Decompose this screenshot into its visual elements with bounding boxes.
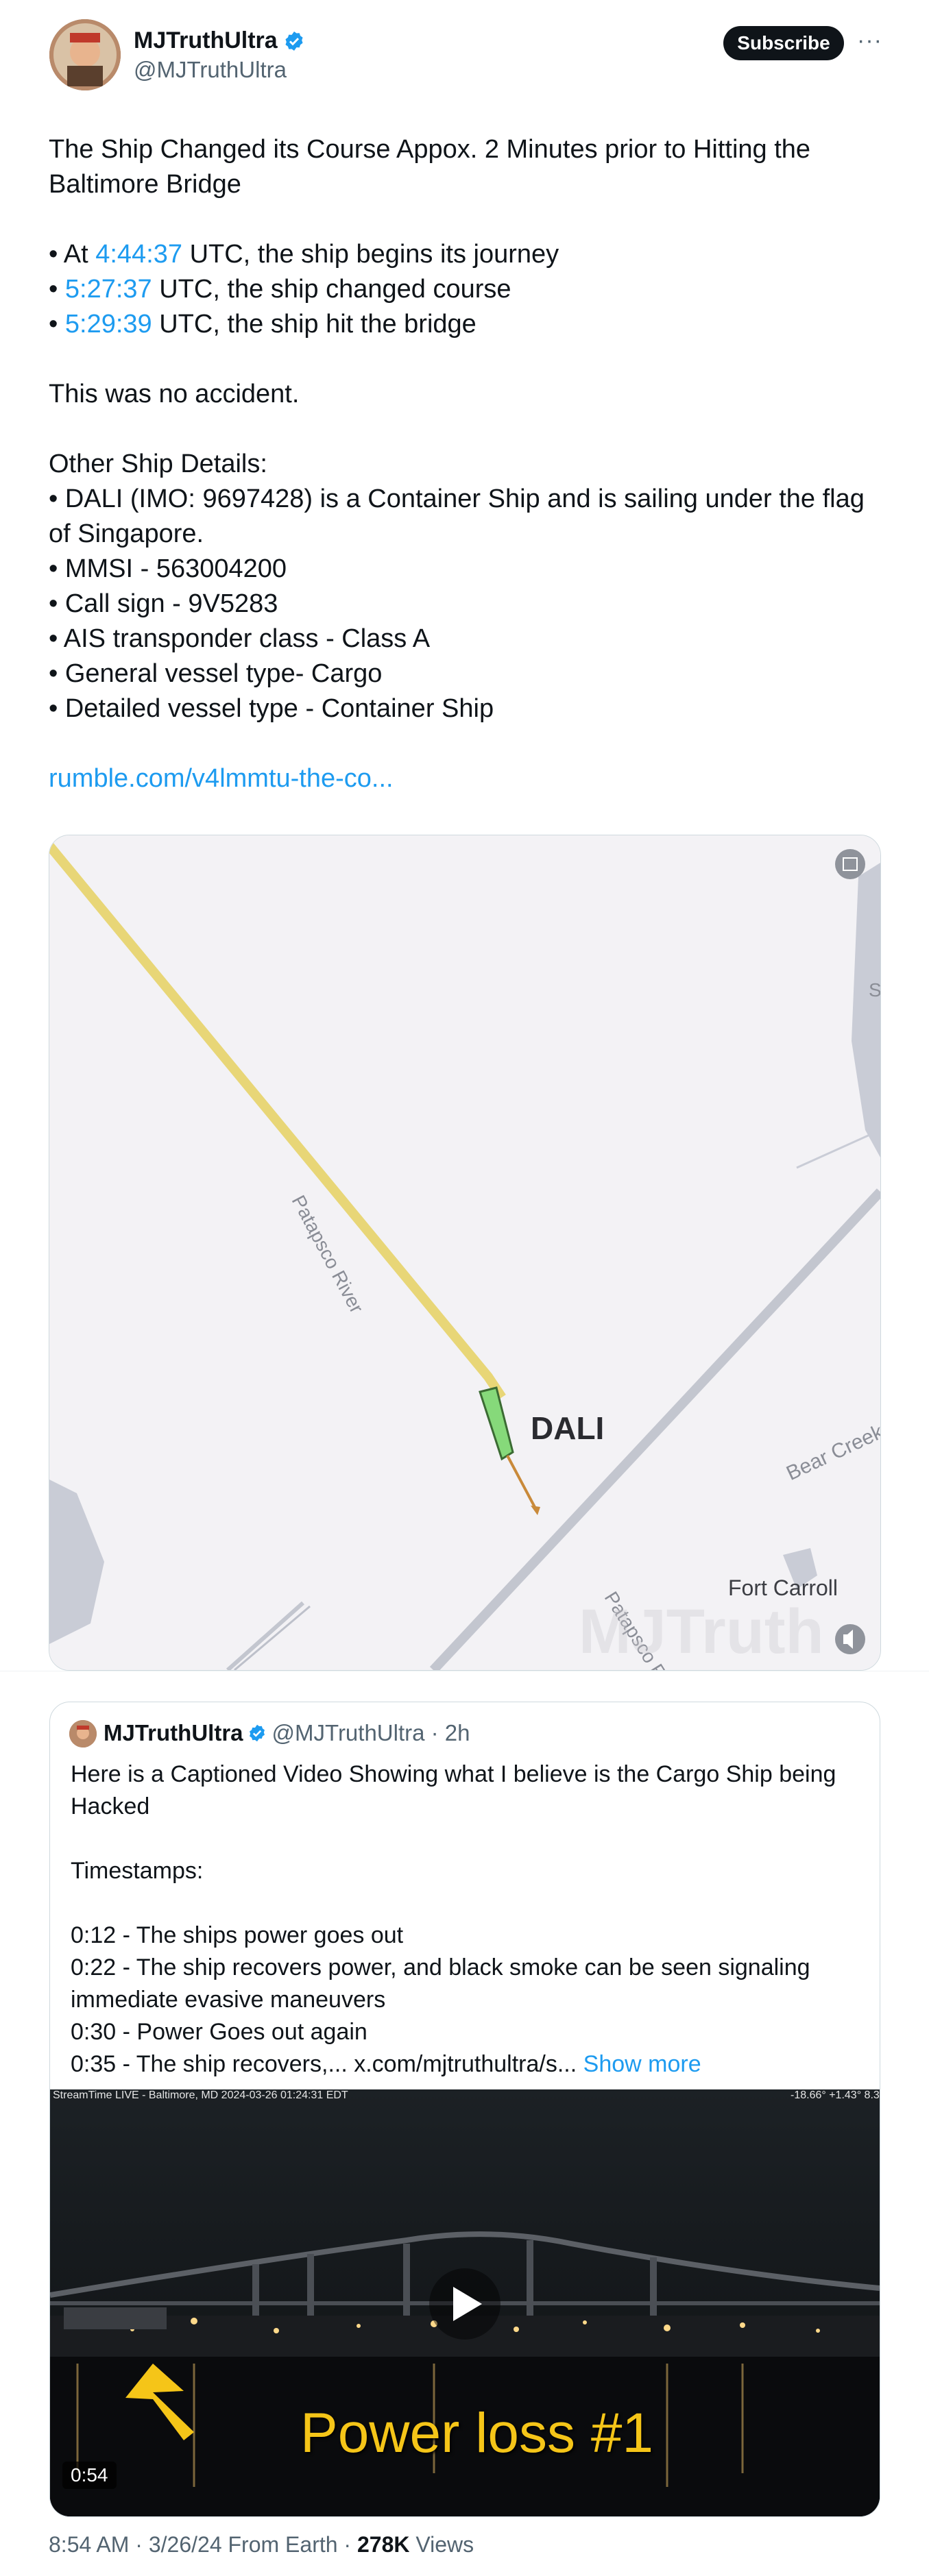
map-video-media[interactable]: Patapsco River DALI Bear Creek Fort Carr… (49, 835, 881, 1671)
tweet-line: • Detailed vessel type - Container Ship (49, 694, 494, 723)
tweet-line: ​ (49, 202, 885, 237)
map-label-edge: S (869, 979, 881, 1001)
tweet-line: This was no accident. (49, 380, 300, 408)
video-duration: 0:54 (62, 2462, 117, 2489)
more-options-icon[interactable]: ··· (857, 27, 882, 54)
tweet-line: • Call sign - 9V5283 (49, 589, 278, 618)
external-link[interactable]: rumble.com/v4lmmtu-the-co... (49, 764, 394, 794)
tweet-line: ​ (49, 412, 885, 447)
quote-line: Hacked (71, 1793, 150, 1819)
tweet-line: ​ (49, 342, 885, 377)
tweet-line: Other Ship Details: (49, 450, 267, 478)
bullet-prefix: • (49, 275, 65, 304)
quote-author-name[interactable]: MJTruthUltra (104, 1720, 243, 1746)
tweet-footer: 8:54 AM · 3/26/24 From Earth · 278K View… (49, 2532, 474, 2557)
quote-line: Timestamps: (71, 1858, 204, 1884)
map-watermark: MJTruth (579, 1597, 824, 1667)
quote-header: MJTruthUltra @MJTruthUltra · 2h (104, 1720, 470, 1746)
map-label-ship: DALI (531, 1410, 605, 1446)
tweet-line: of Singapore. (49, 519, 204, 548)
tweet-line: • MMSI - 563004200 (49, 554, 287, 583)
bullet-suffix: UTC, the ship hit the bridge (152, 310, 476, 339)
bullet-prefix: • At (49, 240, 96, 269)
tweet-line-timestamp: • 5:27:37 UTC, the ship changed course (49, 272, 885, 307)
author-name[interactable]: MJTruthUltra (134, 27, 278, 54)
quote-line: 0:35 - The ship recovers,... x.com/mjtru… (71, 2048, 859, 2081)
quote-author-avatar[interactable] (69, 1720, 97, 1747)
tweet-line: • AIS transponder class - Class A (49, 624, 431, 653)
quote-line: 0:12 - The ships power goes out (71, 1922, 404, 1948)
bullet-suffix: UTC, the ship begins its journey (182, 240, 559, 269)
post-timestamp[interactable]: 8:54 AM · 3/26/24 From Earth · (49, 2532, 357, 2557)
timestamp-link[interactable]: 5:29:39 (65, 310, 152, 339)
view-count: 278K (357, 2532, 410, 2557)
quote-text: Here is a Captioned Video Showing what I… (71, 1758, 859, 2081)
quote-line: 0:30 - Power Goes out again (71, 2019, 367, 2045)
video-overlay-text: StreamTime LIVE - Baltimore, MD 2024-03-… (53, 2089, 348, 2101)
timestamp-link[interactable]: 4:44:37 (95, 240, 182, 269)
tweet-line: • General vessel type- Cargo (49, 659, 383, 688)
quote-line: ​ (71, 1887, 859, 1919)
tweet-line-timestamp: • At 4:44:37 UTC, the ship begins its jo… (49, 237, 885, 272)
map-graphic (49, 835, 880, 1670)
quote-line: 0:22 - The ship recovers power, and blac… (71, 1954, 810, 1980)
video-caption: Power loss #1 (300, 2402, 654, 2464)
author-handle[interactable]: @MJTruthUltra (134, 57, 287, 83)
quote-video[interactable]: StreamTime LIVE - Baltimore, MD 2024-03-… (50, 2089, 880, 2516)
show-more-link[interactable]: Show more (583, 2051, 701, 2077)
views-label: Views (409, 2532, 474, 2557)
quote-last-line: 0:35 - The ship recovers,... x.com/mjtru… (71, 2051, 583, 2077)
quoted-tweet[interactable]: MJTruthUltra @MJTruthUltra · 2h Here is … (49, 1702, 880, 2517)
video-overlay-text-right: -18.66° +1.43° 8.3x (791, 2089, 880, 2101)
author-name-row[interactable]: MJTruthUltra (134, 27, 305, 54)
quote-line: immediate evasive maneuvers (71, 1987, 386, 2013)
tweet-line: • DALI (IMO: 9697428) is a Container Shi… (49, 484, 865, 513)
verified-badge-icon (285, 31, 303, 51)
subscribe-button[interactable]: Subscribe (723, 26, 844, 60)
tweet-line-timestamp: • 5:29:39 UTC, the ship hit the bridge (49, 307, 885, 342)
author-avatar[interactable] (49, 19, 121, 90)
tweet-text: The Ship Changed its Course Appox. 2 Min… (49, 132, 885, 726)
play-icon[interactable] (429, 2268, 500, 2340)
timestamp-link[interactable]: 5:27:37 (65, 275, 152, 304)
quote-meta[interactable]: @MJTruthUltra · 2h (272, 1720, 470, 1746)
tweet-line: The Ship Changed its Course Appox. 2 Min… (49, 135, 811, 164)
bullet-suffix: UTC, the ship changed course (152, 275, 511, 304)
quote-line: Here is a Captioned Video Showing what I… (71, 1761, 836, 1787)
verified-badge-icon (249, 1724, 265, 1742)
quote-line: ​ (71, 1823, 859, 1855)
bullet-prefix: • (49, 310, 65, 339)
tweet-line: Baltimore Bridge (49, 170, 241, 199)
